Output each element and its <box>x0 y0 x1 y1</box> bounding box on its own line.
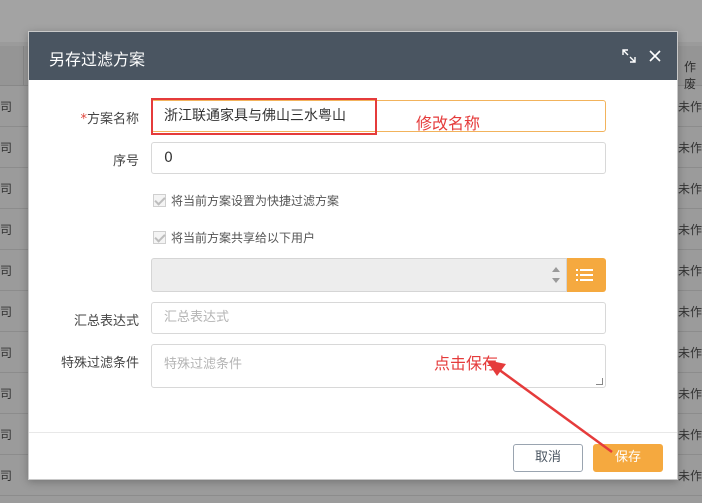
share-users-checkbox-label: 将当前方案共享给以下用户 <box>171 231 316 245</box>
maximize-icon[interactable] <box>619 46 639 66</box>
rename-highlight-box <box>151 98 377 135</box>
special-filter-placeholder: 特殊过滤条件 <box>164 357 243 372</box>
click-save-annotation: 点击保存 <box>434 354 499 373</box>
share-users-select[interactable] <box>151 258 567 292</box>
sequence-input[interactable]: 0 <box>151 142 606 174</box>
resize-grip-icon[interactable] <box>596 378 603 385</box>
quick-filter-checkbox-row[interactable]: 将当前方案设置为快捷过滤方案 <box>153 192 339 209</box>
close-icon[interactable] <box>645 46 665 66</box>
special-filter-textarea[interactable]: 特殊过滤条件 <box>151 344 606 388</box>
share-users-checkbox-row[interactable]: 将当前方案共享给以下用户 <box>153 229 315 246</box>
share-users-checkbox[interactable] <box>153 231 166 244</box>
summary-expression-label: 汇总表达式 <box>73 314 139 329</box>
spin-down-icon[interactable] <box>552 278 560 283</box>
user-list-button[interactable] <box>567 258 606 292</box>
save-button[interactable]: 保存 <box>593 444 663 472</box>
list-icon <box>576 269 593 271</box>
dialog-header: 另存过滤方案 <box>29 32 677 80</box>
cancel-button[interactable]: 取消 <box>513 444 583 472</box>
footer-divider <box>29 432 677 433</box>
dialog-title: 另存过滤方案 <box>49 50 146 69</box>
special-filter-label: 特殊过滤条件 <box>60 356 139 371</box>
background-header-cell <box>0 46 24 86</box>
quick-filter-checkbox[interactable] <box>153 194 166 207</box>
list-icon-line <box>576 279 593 281</box>
summary-expression-input[interactable]: 汇总表达式 <box>151 302 606 334</box>
spin-up-icon[interactable] <box>552 267 560 272</box>
rename-annotation: 修改名称 <box>416 114 481 133</box>
quick-filter-checkbox-label: 将当前方案设置为快捷过滤方案 <box>171 194 340 208</box>
list-icon-line <box>576 274 593 276</box>
sequence-label: 序号 <box>112 154 139 169</box>
scheme-name-label: *方案名称 <box>80 112 139 127</box>
